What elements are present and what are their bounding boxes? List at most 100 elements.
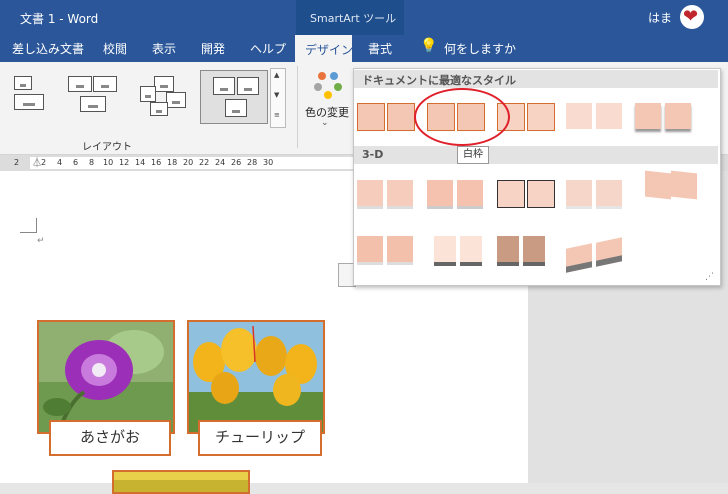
smartart-tools-label: SmartArt ツール (310, 12, 397, 25)
paragraph-mark-icon: ↵ (37, 236, 45, 246)
ruler-tick: 8 (89, 158, 95, 167)
ruler-tick: 30 (263, 158, 274, 167)
style-box (645, 170, 671, 200)
tulip-image (189, 322, 323, 432)
3d-section-label: 3-D (362, 148, 384, 161)
layout-box (14, 94, 44, 110)
layout-box (166, 92, 186, 108)
style-3d-2[interactable] (427, 180, 485, 216)
morning-glory-image (39, 322, 173, 432)
layout-thumb-2[interactable] (66, 70, 122, 124)
window-title: 文書 1 - Word (20, 12, 99, 26)
style-box (497, 236, 519, 266)
layout-box (154, 76, 174, 92)
tulip-picture[interactable] (187, 320, 325, 434)
style-box (635, 103, 661, 129)
ruler-tick: 28 (247, 158, 258, 167)
layout-thumb-selected[interactable] (200, 70, 268, 124)
style-box (387, 180, 413, 209)
style-box (460, 236, 482, 266)
tab-developer[interactable]: 開発 (201, 40, 225, 57)
layout-thumb-3[interactable] (136, 70, 192, 124)
ruler-tick: 14 (135, 158, 146, 167)
style-box (566, 103, 592, 129)
style-box (357, 236, 383, 265)
style-box (497, 180, 525, 208)
gallery-section-header (354, 146, 718, 164)
ruler-tick: 24 (215, 158, 226, 167)
third-picture[interactable] (112, 470, 250, 494)
layout-box (140, 86, 156, 102)
style-3d-7[interactable] (434, 236, 492, 272)
layout-box (68, 76, 92, 92)
style-box (527, 180, 555, 208)
style-box (566, 243, 592, 273)
tab-review[interactable]: 校閲 (103, 40, 127, 57)
style-3d-9[interactable] (566, 237, 624, 276)
style-box (596, 237, 622, 267)
style-3d-8[interactable] (497, 236, 555, 272)
layout-thumb-1[interactable] (6, 70, 62, 124)
style-3d-3[interactable] (497, 180, 555, 216)
style-simple-fill[interactable] (357, 103, 415, 139)
avatar[interactable]: ❤ (680, 5, 704, 29)
tab-view[interactable]: 表示 (152, 40, 176, 57)
style-box (387, 236, 413, 265)
layout-box (225, 99, 247, 117)
best-match-section-label: ドキュメントに最適なスタイル (362, 74, 516, 87)
ruler-tick: 16 (151, 158, 162, 167)
ruler-tick: 2 (14, 158, 20, 167)
third-picture-image (114, 472, 248, 492)
gallery-more-icon[interactable]: ≡ (274, 111, 280, 119)
ruler-tick: 20 (183, 158, 194, 167)
ruler-tick: 4 (57, 158, 63, 167)
style-3d-4[interactable] (566, 180, 624, 216)
style-box (357, 180, 383, 209)
scroll-down-icon[interactable]: ▼ (274, 91, 279, 99)
tell-me-search[interactable]: 何をしますか (444, 40, 516, 57)
margin-corner-mark (20, 218, 37, 233)
style-shadow[interactable] (635, 103, 693, 139)
style-light[interactable] (566, 103, 624, 139)
style-3d-5[interactable] (645, 170, 703, 208)
style-box (596, 103, 622, 129)
layout-gallery-scroll[interactable]: ▲ ▼ ≡ (270, 68, 286, 128)
style-3d-1[interactable] (357, 180, 415, 216)
ruler-tick: 18 (167, 158, 178, 167)
style-box (527, 103, 555, 131)
style-box (596, 180, 622, 209)
layout-box (80, 96, 106, 112)
layout-group-label: レイアウト (82, 142, 132, 153)
style-box (671, 170, 697, 200)
style-box (427, 180, 453, 209)
morning-glory-picture[interactable] (37, 320, 175, 434)
lightbulb-icon: 💡 (420, 38, 438, 54)
chevron-down-icon: ⌄ (321, 118, 329, 128)
tab-design-label: デザイン (305, 43, 354, 57)
highlight-circle-annotation (414, 88, 510, 146)
style-box (566, 180, 592, 209)
style-box (523, 236, 545, 266)
tab-help[interactable]: ヘルプ (250, 40, 286, 57)
ruler-tick: 6 (73, 158, 79, 167)
ruler-tick: 12 (119, 158, 130, 167)
layout-box (213, 77, 235, 95)
caption-asagao[interactable]: あさがお (49, 420, 171, 456)
heart-icon: ❤ (683, 6, 699, 27)
style-box (457, 180, 483, 209)
color-palette-icon (314, 72, 342, 99)
ribbon-separator (297, 66, 298, 148)
user-name[interactable]: はま (648, 9, 672, 26)
layout-box (237, 77, 259, 95)
style-3d-6[interactable] (357, 236, 415, 272)
style-box (357, 103, 385, 131)
resize-grip-icon[interactable]: ⋰ (705, 272, 714, 282)
caption-tulip[interactable]: チューリップ (198, 420, 322, 456)
ruler-tick: 10 (103, 158, 114, 167)
style-box (434, 236, 456, 266)
scroll-up-icon[interactable]: ▲ (274, 71, 279, 79)
indent-marker-icon[interactable]: ⏃ (32, 154, 42, 169)
tab-format[interactable]: 書式 (368, 40, 392, 57)
tab-mailings[interactable]: 差し込み文書 (12, 40, 84, 57)
ruler-tick: 26 (231, 158, 242, 167)
